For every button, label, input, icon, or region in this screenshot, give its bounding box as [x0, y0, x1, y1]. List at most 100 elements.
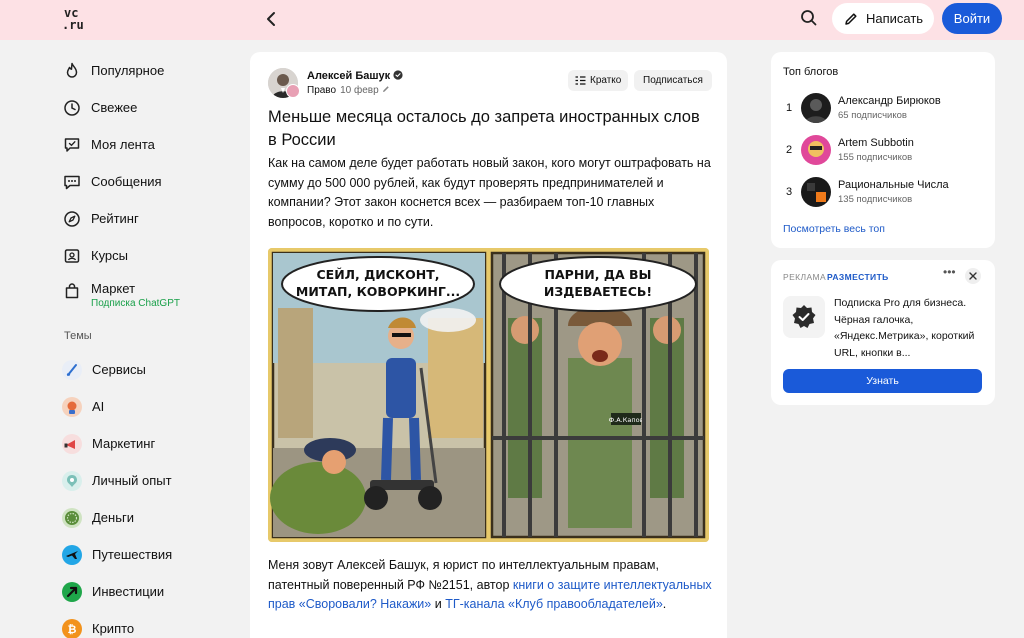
feed-icon	[64, 137, 80, 152]
money-icon	[62, 507, 82, 528]
edited-icon	[382, 86, 389, 92]
theme-item-money[interactable]: Деньги	[62, 499, 232, 536]
body-text-middle: и	[431, 597, 446, 611]
blog-subscribers: 65 подписчиков	[838, 110, 907, 121]
sidebar-item-label: Моя лента	[91, 137, 155, 152]
sidebar-item-fresh[interactable]: Свежее	[62, 89, 232, 126]
ai-icon	[62, 396, 82, 417]
compass-icon	[64, 210, 80, 227]
login-button[interactable]: Войти	[942, 3, 1002, 34]
services-icon	[62, 359, 82, 380]
left-bubble-line2: МИТАП, КОВОРКИНГ...	[296, 284, 460, 299]
blog-name: Александр Бирюков	[838, 95, 941, 107]
sidebar-item-market[interactable]: Маркет Подписка ChatGPT	[62, 274, 232, 320]
search-icon	[801, 10, 817, 26]
blog-subscribers: 155 подписчиков	[838, 152, 913, 163]
verified-badge-icon	[792, 305, 816, 328]
sidebar: Популярное Свежее Моя лента Сообщения Ре…	[62, 52, 232, 638]
sidebar-item-label: Рейтинг	[91, 211, 139, 226]
back-button[interactable]	[262, 9, 282, 29]
svg-text:.ru: .ru	[62, 18, 84, 32]
back-icon	[267, 12, 275, 26]
ad-learn-more-button[interactable]: Узнать	[783, 369, 982, 393]
theme-item-crypto[interactable]: ₿ Крипто	[62, 610, 232, 638]
logo-mark: vc .ru	[62, 6, 84, 32]
blog-avatar	[801, 93, 831, 123]
investments-icon	[62, 581, 82, 602]
sidebar-item-label: Маркет	[91, 281, 136, 296]
write-button-label: Написать	[865, 11, 924, 26]
top-blog-item[interactable]: 2 Artem Subbotin 155 подписчиков	[783, 135, 983, 167]
brief-button[interactable]: Кратко	[568, 70, 629, 91]
close-icon	[969, 272, 977, 280]
article-category[interactable]: Право	[307, 85, 336, 96]
sidebar-item-courses[interactable]: Курсы	[62, 237, 232, 274]
blog-rank: 2	[786, 144, 793, 156]
logo[interactable]: vc .ru	[62, 6, 88, 32]
sidebar-item-label: Свежее	[91, 100, 138, 115]
author-name-text: Алексей Башук	[307, 70, 391, 82]
top-blog-item[interactable]: 1 Александр Бирюков 65 подписчиков	[783, 93, 983, 125]
sidebar-item-rating[interactable]: Рейтинг	[62, 200, 232, 237]
write-button[interactable]: Написать	[832, 3, 934, 34]
article-body: Меня зовут Алексей Башук, я юрист по инт…	[268, 556, 713, 615]
theme-item-ai[interactable]: AI	[62, 388, 232, 425]
svg-text:₿: ₿	[68, 623, 77, 636]
ad-label: РЕКЛАМА	[783, 272, 827, 282]
blog-avatar	[801, 177, 831, 207]
login-button-label: Войти	[953, 11, 991, 26]
theme-label: Путешествия	[92, 547, 173, 562]
right-bubble-line2: ИЗДЕВАЕТЕСЬ!	[544, 284, 652, 299]
verified-icon	[393, 70, 403, 80]
personal-experience-icon	[62, 470, 82, 491]
close-button[interactable]	[965, 268, 981, 284]
article-cover-image[interactable]: СЕЙЛ, ДИСКОНТ, МИТАП, КОВОРКИНГ... Ф.А.К…	[268, 248, 709, 542]
theme-label: Инвестиции	[92, 584, 165, 599]
sidebar-item-my-feed[interactable]: Моя лента	[62, 126, 232, 163]
sidebar-item-label: Популярное	[91, 63, 165, 78]
top-blog-item[interactable]: 3 Рациональные Числа 135 подписчиков	[783, 177, 983, 209]
search-button[interactable]	[799, 8, 819, 28]
flame-icon	[66, 62, 78, 78]
article-title[interactable]: Меньше месяца осталось до запрета иностр…	[268, 106, 713, 152]
more-icon[interactable]: •••	[943, 266, 959, 280]
bag-icon	[65, 283, 79, 299]
market-sublabel: Подписка ChatGPT	[91, 298, 180, 309]
sidebar-item-label: Сообщения	[91, 174, 162, 189]
ad-widget: РЕКЛАМА РАЗМЕСТИТЬ ••• Подписка Pro для …	[771, 260, 995, 405]
author-row: Алексей Башук Право 10 февр Кратко Подпис…	[268, 68, 712, 100]
see-all-top-link[interactable]: Посмотреть весь топ	[783, 223, 885, 235]
subscribe-button[interactable]: Подписаться	[634, 70, 712, 91]
theme-label: Крипто	[92, 621, 135, 636]
telegram-channel-link[interactable]: ТГ-канала «Клуб правообладателей»	[445, 597, 663, 611]
body-text-end: .	[662, 597, 667, 611]
subscribe-button-label: Подписаться	[643, 75, 703, 86]
blog-name: Artem Subbotin	[838, 137, 914, 149]
article-date: 10 февр	[340, 85, 379, 96]
top-blogs-title: Топ блогов	[783, 66, 839, 78]
ad-logo	[783, 296, 825, 338]
ad-button-label: Узнать	[866, 375, 899, 387]
sidebar-item-popular[interactable]: Популярное	[62, 52, 232, 89]
theme-label: Маркетинг	[92, 436, 156, 451]
travel-icon	[62, 544, 82, 565]
theme-item-investments[interactable]: Инвестиции	[62, 573, 232, 610]
theme-item-travel[interactable]: Путешествия	[62, 536, 232, 573]
bitcoin-icon: ₿	[62, 618, 82, 638]
theme-label: Сервисы	[92, 362, 146, 377]
ad-place-link[interactable]: РАЗМЕСТИТЬ	[827, 272, 889, 282]
sidebar-item-messages[interactable]: Сообщения	[62, 163, 232, 200]
ad-text[interactable]: Подписка Pro для бизнеса. Чёрная галочка…	[834, 295, 984, 361]
blog-rank: 1	[786, 102, 793, 114]
blog-rank: 3	[786, 186, 793, 198]
brief-button-label: Кратко	[590, 75, 622, 86]
blog-name: Рациональные Числа	[838, 179, 949, 191]
theme-item-personal[interactable]: Личный опыт	[62, 462, 232, 499]
theme-item-services[interactable]: Сервисы	[62, 351, 232, 388]
right-bubble-line1: ПАРНИ, ДА ВЫ	[545, 267, 652, 282]
author-name[interactable]: Алексей Башук	[307, 70, 403, 82]
article-card: Алексей Башук Право 10 февр Кратко Подпис…	[250, 52, 727, 638]
pen-icon	[845, 12, 857, 25]
theme-item-marketing[interactable]: Маркетинг	[62, 425, 232, 462]
clock-icon	[64, 99, 80, 116]
